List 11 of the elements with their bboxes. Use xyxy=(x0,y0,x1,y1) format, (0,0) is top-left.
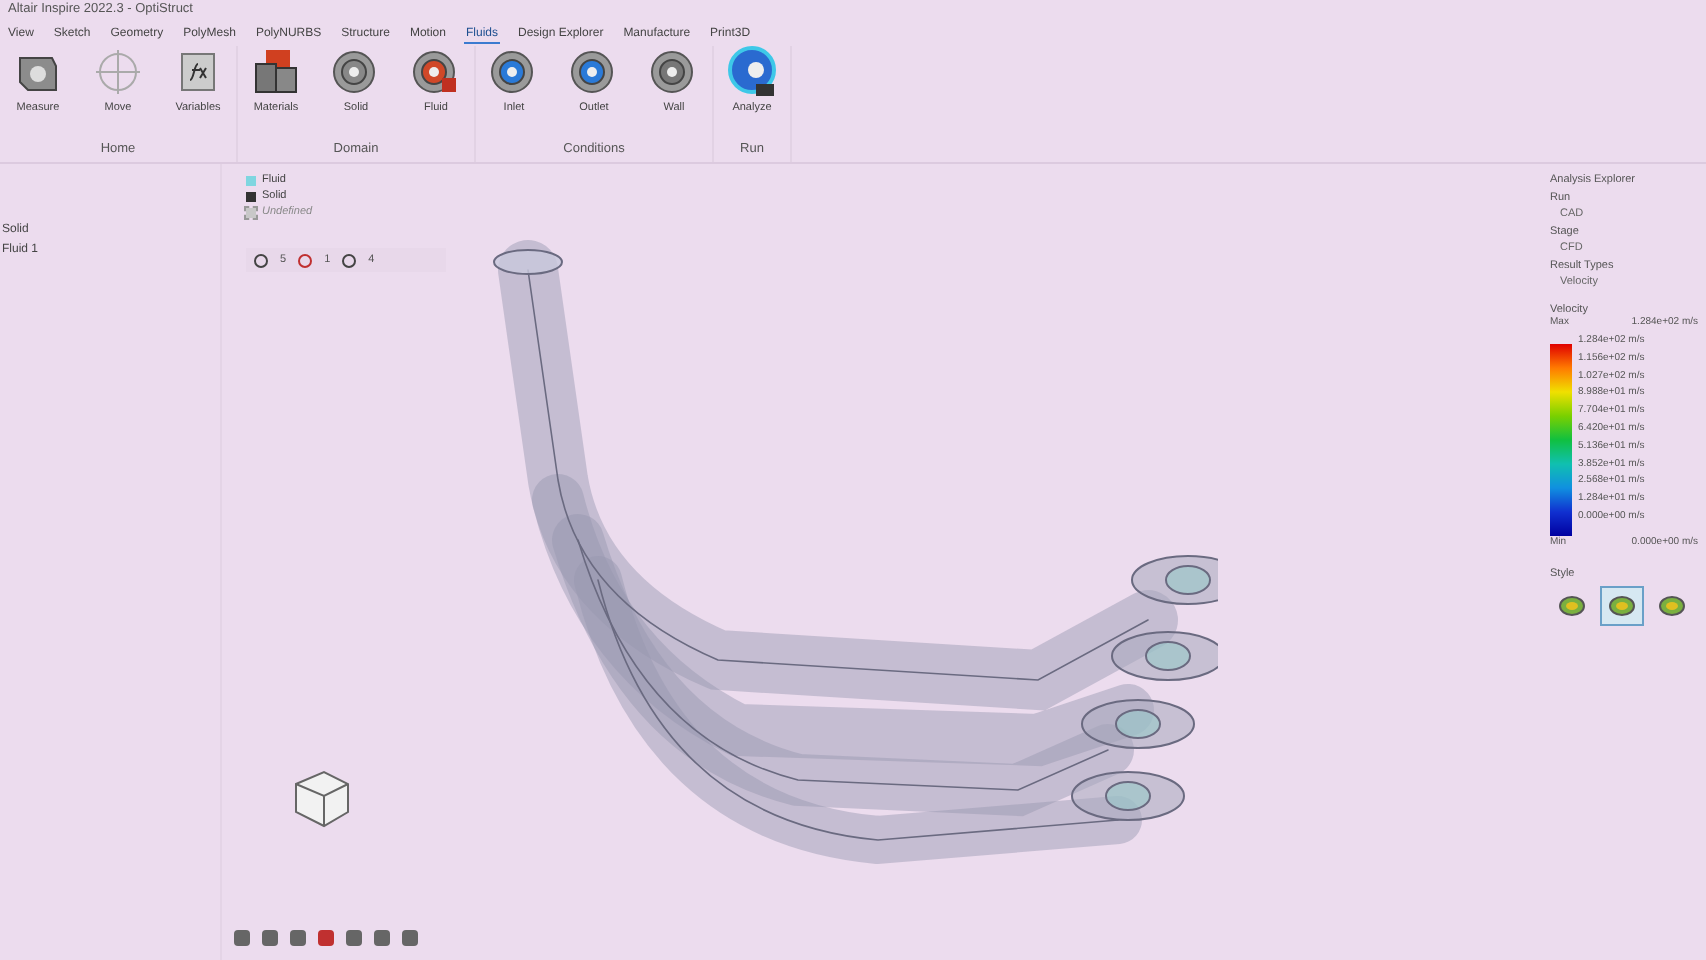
materials-icon xyxy=(250,46,302,98)
contour-icon xyxy=(1658,594,1686,618)
style-button[interactable] xyxy=(1600,586,1644,626)
tool-icon[interactable] xyxy=(342,253,357,267)
contour-icon xyxy=(1608,594,1636,618)
fluid-icon xyxy=(410,46,462,98)
move-icon xyxy=(92,46,144,98)
contour-icon xyxy=(1558,594,1586,618)
tool-icon[interactable] xyxy=(254,253,268,267)
tool-icon[interactable] xyxy=(298,253,313,267)
analyze-icon xyxy=(726,46,778,98)
